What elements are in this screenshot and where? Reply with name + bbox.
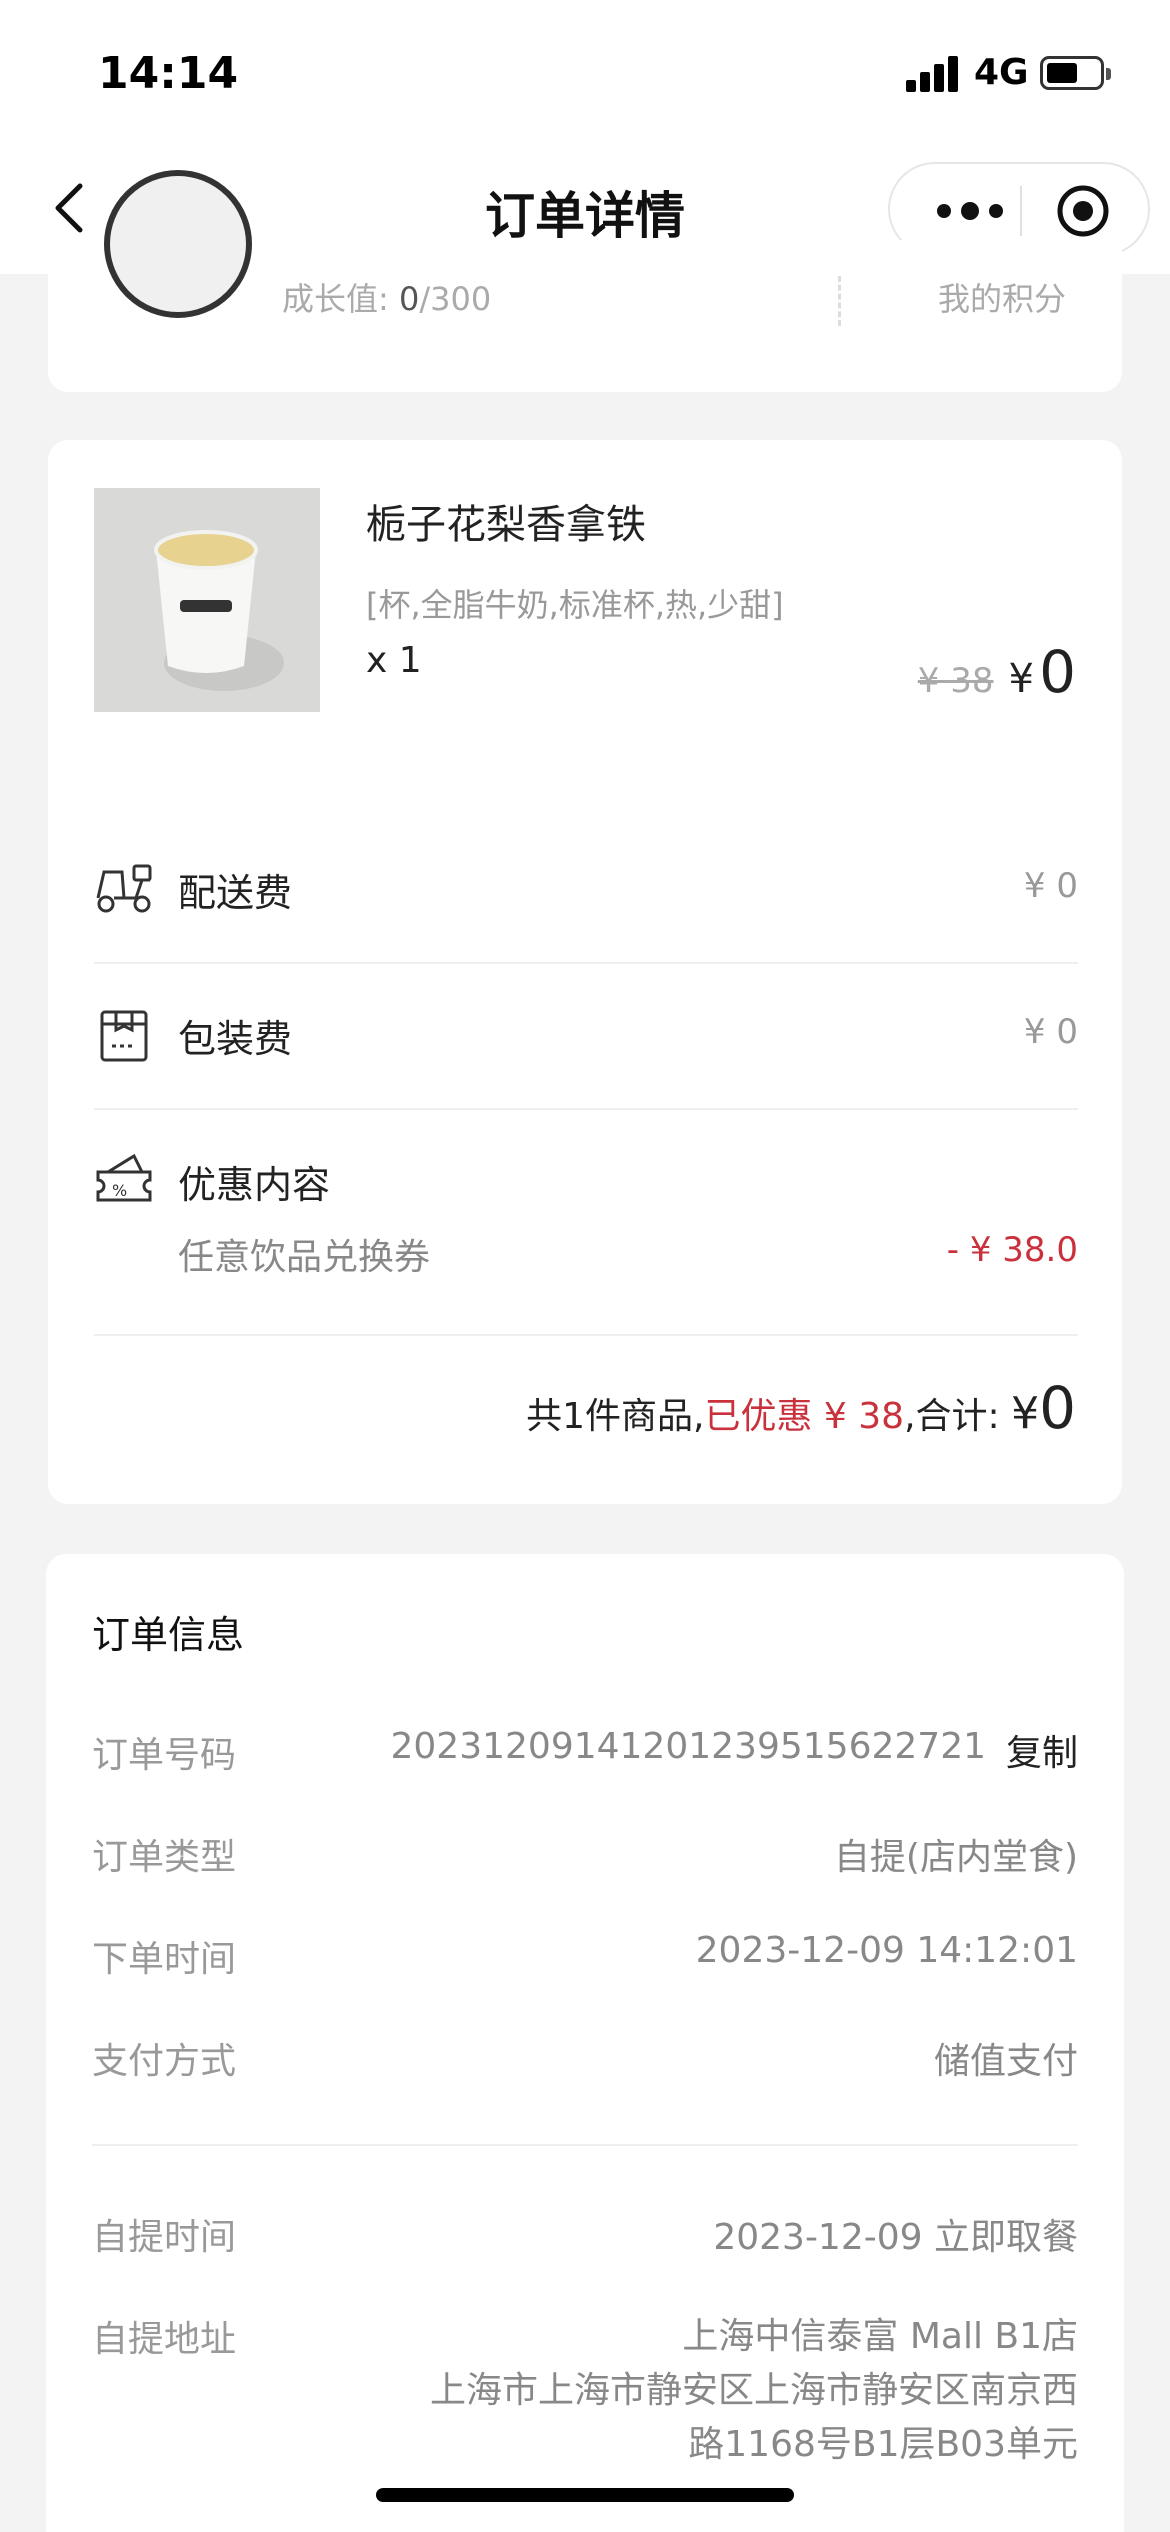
copy-button[interactable]: 复制: [1006, 1724, 1078, 1776]
dashed-divider: [838, 276, 841, 326]
package-bag-icon: [94, 1004, 154, 1064]
growth-value: 成长值: 0/300: [282, 280, 492, 318]
final-price: 0: [1039, 638, 1076, 706]
pickup-time-value: 2023-12-09 立即取餐: [713, 2217, 1078, 2258]
item-count: 共1件商品,: [526, 1396, 705, 1437]
product-quantity: x 1: [366, 640, 422, 681]
member-card: 成长值: 0/300 我的积分: [48, 170, 1122, 392]
delivery-fee-value: ¥ 0: [1023, 866, 1078, 906]
order-type-value: 自提(店内堂食): [833, 1837, 1078, 1878]
pickup-time-label: 自提时间: [92, 2217, 237, 2258]
coupon-percent-icon: %: [94, 1150, 154, 1210]
original-price: ¥ 38: [917, 661, 994, 701]
discount-label: 优惠内容: [178, 1163, 331, 1207]
svg-text:%: %: [112, 1181, 127, 1200]
order-summary: 共1件商品,已优惠 ¥ 38,合计: ¥0: [526, 1374, 1076, 1442]
close-target-icon[interactable]: [1056, 184, 1110, 238]
delivery-fee-label: 配送费: [178, 871, 293, 915]
pickup-address-label: 自提地址: [92, 2319, 237, 2360]
signal-icon: [906, 56, 962, 92]
delivery-fee-row: 配送费 ¥ 0: [94, 818, 1078, 964]
order-type-label: 订单类型: [92, 1837, 237, 1878]
currency-symbol: ¥: [1008, 656, 1034, 702]
discount-name: 任意饮品兑换券: [178, 1237, 431, 1278]
network-label: 4G: [974, 52, 1029, 93]
home-indicator: [376, 2488, 794, 2502]
product-name: 栀子花梨香拿铁: [366, 502, 646, 548]
discount-total: 已优惠 ¥ 38: [704, 1396, 905, 1437]
more-dots-icon[interactable]: [930, 188, 1010, 234]
order-time-value: 2023-12-09 14:12:01: [695, 1930, 1078, 1971]
info-divider: [92, 2144, 1078, 2146]
avatar: [104, 170, 252, 318]
packaging-fee-label: 包装费: [178, 1017, 293, 1061]
packaging-fee-value: ¥ 0: [1023, 1012, 1078, 1052]
pickup-address-value: 上海中信泰富 Mall B1店 上海市上海市静安区上海市静安区南京西 路1168…: [430, 2310, 1078, 2472]
packaging-fee-row: 包装费 ¥ 0: [94, 964, 1078, 1110]
battery-icon: [1040, 56, 1111, 90]
product-spec: [杯,全脂牛奶,标准杯,热,少甜]: [366, 586, 784, 624]
order-number-label: 订单号码: [92, 1735, 237, 1776]
status-bar: 14:14 4G: [0, 0, 1170, 150]
order-info-title: 订单信息: [92, 1613, 245, 1657]
product-image: [94, 488, 320, 712]
total-label: ,合计:: [904, 1396, 1000, 1437]
order-time-label: 下单时间: [92, 1939, 237, 1980]
address-line: 路1168号B1层B03单元: [688, 2424, 1078, 2465]
scooter-icon: [94, 858, 154, 918]
status-time: 14:14: [98, 48, 239, 99]
product-price: ¥ 38 ¥ 0: [918, 638, 1076, 706]
order-info-card: 订单信息 订单号码 2023120914120123951562272​1 复制…: [46, 1554, 1124, 2532]
payment-method-value: 储值支付: [933, 2041, 1078, 2082]
address-line: 上海市上海市静安区上海市静安区南京西: [429, 2370, 1078, 2411]
my-points-link[interactable]: 我的积分: [938, 274, 1066, 320]
address-line: 上海中信泰富 Mall B1店: [682, 2316, 1078, 2357]
payment-method-label: 支付方式: [92, 2041, 237, 2082]
capsule-divider: [1020, 186, 1022, 236]
order-items-card: 栀子花梨香拿铁 [杯,全脂牛奶,标准杯,热,少甜] x 1 ¥ 38 ¥ 0 配…: [48, 440, 1122, 1504]
total-currency: ¥: [1011, 1388, 1040, 1439]
discount-row: % 优惠内容 任意饮品兑换券 - ¥ 38.0: [94, 1110, 1078, 1336]
order-number-value: 2023120914120123951562272​1: [390, 1726, 986, 1767]
discount-value: - ¥ 38.0: [946, 1230, 1078, 1270]
total-value: 0: [1039, 1374, 1076, 1442]
